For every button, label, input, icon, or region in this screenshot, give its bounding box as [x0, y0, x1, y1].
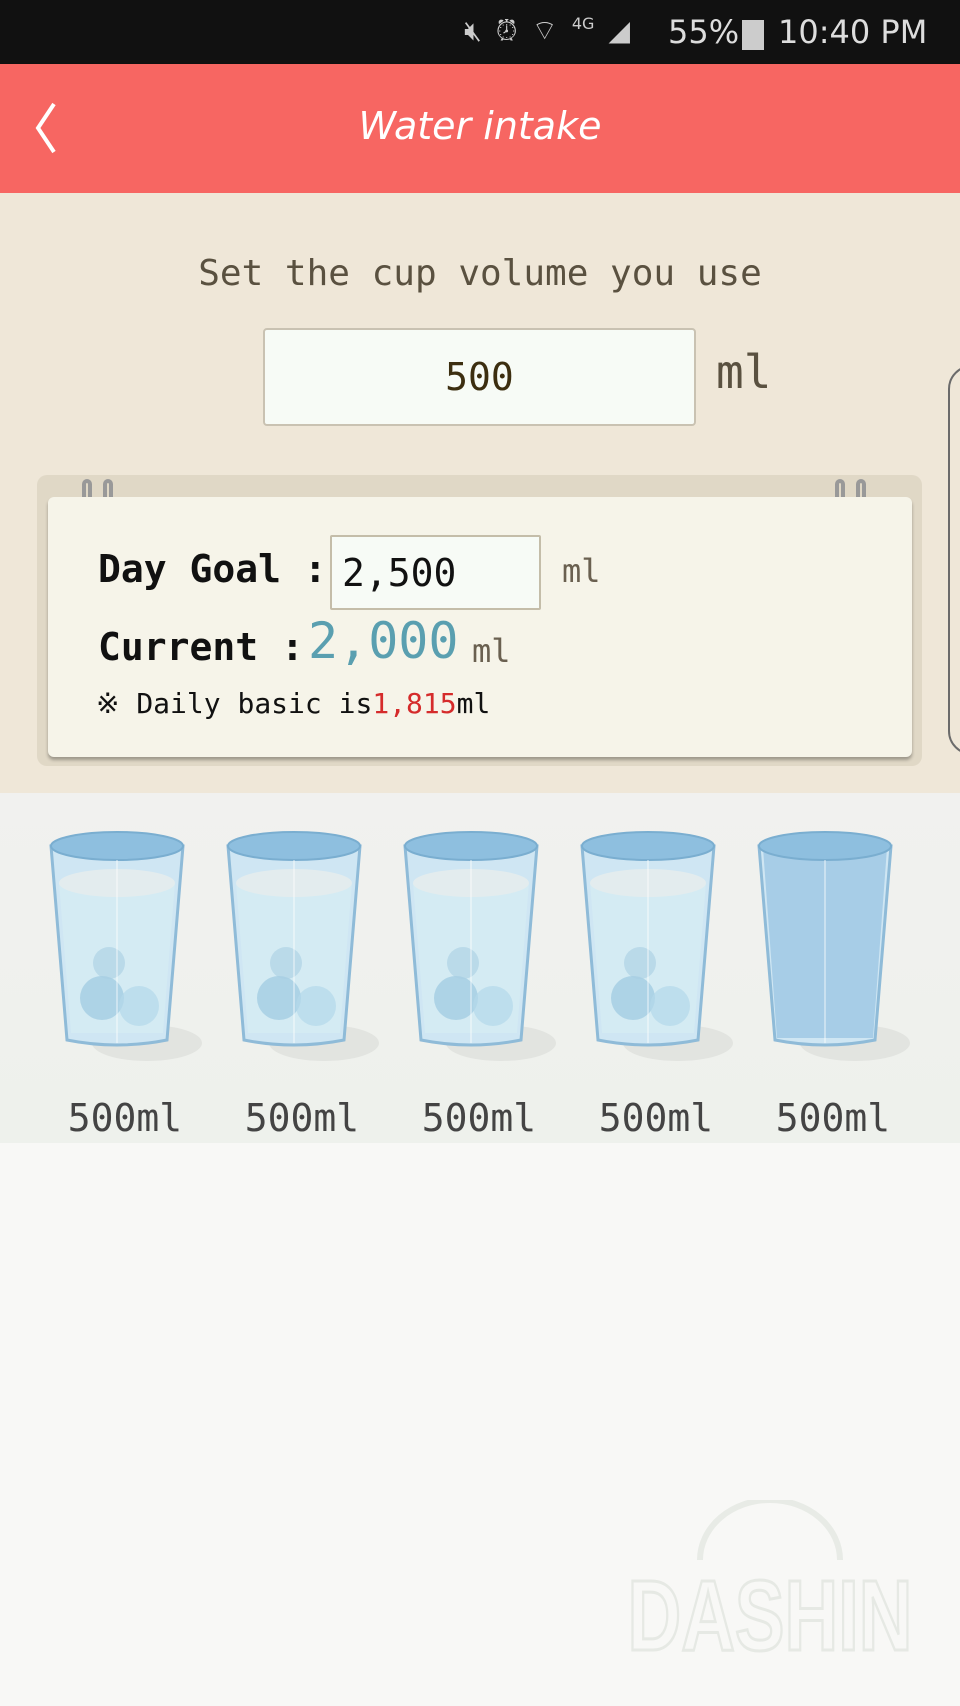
cup-volume-label: 500ml: [244, 1096, 360, 1140]
dashin-watermark-logo: DASHIN: [626, 1500, 914, 1665]
current-unit: ml: [472, 632, 511, 670]
daily-basic-value: 1,815: [372, 687, 457, 720]
cup-volume-input[interactable]: [263, 328, 696, 426]
lte-icon: 4G: [571, 14, 595, 33]
wifi-icon: ⌔: [531, 14, 558, 47]
cup-volume-label: 500ml: [421, 1096, 537, 1140]
full-glass-icon: [226, 831, 379, 1061]
side-panel-handle[interactable]: [948, 365, 960, 755]
status-bar: 🔇︎ ⏰︎ ⌔ 4G ◢ 55% 10:40 PM: [0, 0, 960, 64]
cup-item[interactable]: 500ml: [753, 828, 913, 1140]
cup-volume-unit: ml: [716, 345, 772, 399]
cup-volume-label: 500ml: [775, 1096, 891, 1140]
full-glass-icon: [580, 831, 733, 1061]
cup-list: 500ml 500ml 500ml 500ml 500ml: [0, 793, 960, 1143]
full-glass-icon: [403, 831, 556, 1061]
battery-icon: [742, 20, 764, 50]
daily-basic-note: ※ Daily basic is1,815ml: [96, 687, 491, 720]
cup-volume-label: 500ml: [598, 1096, 714, 1140]
clock: 10:40 PM: [778, 13, 928, 51]
day-goal-label: Day Goal :: [98, 547, 327, 591]
empty-glass-icon: [757, 831, 910, 1061]
cup-item[interactable]: 500ml: [222, 828, 382, 1140]
cup-volume-label: Set the cup volume you use: [198, 253, 762, 294]
mute-icon: 🔇︎: [464, 14, 482, 47]
day-goal-input[interactable]: [330, 535, 541, 610]
page-title: Water intake: [358, 104, 602, 148]
day-goal-unit: ml: [562, 552, 601, 590]
cup-setup-section: Set the cup volume you use ml Day Goal :…: [0, 193, 960, 793]
svg-text:DASHIN: DASHIN: [628, 1560, 913, 1665]
alarm-icon: ⏰︎: [495, 14, 518, 47]
cup-item[interactable]: 500ml: [45, 828, 205, 1140]
app-header: Water intake: [0, 64, 960, 193]
signal-icon: ◢: [608, 14, 630, 47]
current-label: Current :: [98, 625, 304, 669]
current-value: 2,000: [308, 612, 459, 670]
cup-volume-label: 500ml: [67, 1096, 183, 1140]
full-glass-icon: [49, 831, 202, 1061]
cup-item[interactable]: 500ml: [399, 828, 559, 1140]
cup-item[interactable]: 500ml: [576, 828, 736, 1140]
battery-percent: 55%: [668, 13, 740, 51]
goal-card: Day Goal : ml Current : 2,000 ml ※ Daily…: [37, 475, 922, 766]
